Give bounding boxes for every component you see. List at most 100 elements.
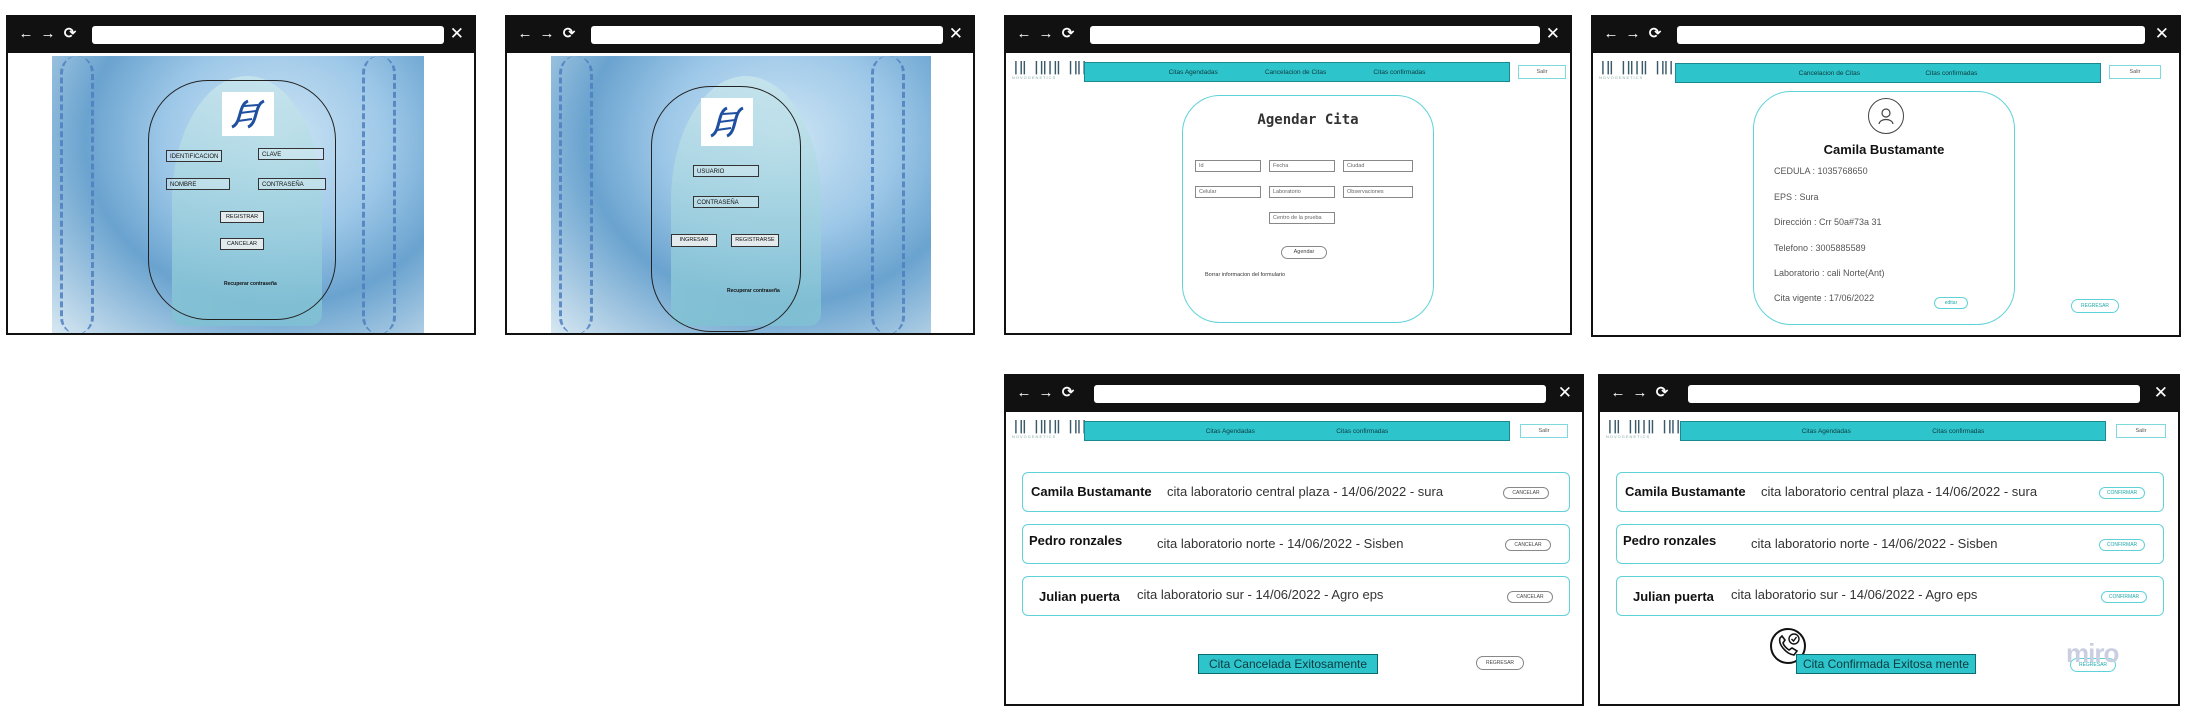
clave-field[interactable]: CLAVE [258, 148, 324, 160]
agendar-button[interactable]: Agendar [1281, 246, 1327, 259]
patient-name: Julian puerta [1039, 589, 1120, 604]
nav-citas-confirmadas[interactable]: Citas confirmadas [1336, 428, 1388, 435]
nav-citas-agendadas[interactable]: Citas Agendadas [1802, 428, 1851, 435]
profile-name: Camila Bustamante [1823, 142, 1945, 157]
cancelar-row-button[interactable]: CANCELAR [1505, 539, 1551, 551]
top-nav: Citas Agendadas Citas confirmadas [1680, 421, 2106, 441]
cedula-line: CEDULA : 1035768650 [1774, 166, 1868, 176]
salir-button[interactable]: Salir [2109, 65, 2161, 79]
browser-bar: ← → ⟳ ✕ [1006, 376, 1582, 412]
dna-icon [231, 99, 265, 129]
dna-logo [701, 98, 753, 146]
celular-field[interactable]: Celular [1195, 186, 1261, 198]
agendar-card: Agendar Cita Id Fecha Ciudad Celular Lab… [1182, 95, 1434, 323]
window-cancelar-citas: ← → ⟳ ✕ |‖ |‖|‖ |‖| NOVOGENETICS Citas A… [1004, 374, 1584, 706]
close-icon[interactable]: ✕ [949, 23, 963, 45]
back-icon[interactable]: ← [1016, 23, 1032, 45]
dna-strand-left [60, 56, 94, 333]
forward-icon[interactable]: → [1625, 23, 1641, 45]
registrarse-button[interactable]: REGISTRARSE [731, 234, 779, 247]
brand-subtitle: NOVOGENETICS [1606, 434, 1651, 439]
confirmar-row-button[interactable]: CONFIRMAR [2101, 591, 2147, 603]
back-icon[interactable]: ← [517, 23, 533, 45]
address-bar[interactable] [92, 26, 444, 44]
reload-icon[interactable]: ⟳ [1060, 23, 1076, 45]
usuario-field[interactable]: USUARIO [693, 165, 759, 177]
regresar-button[interactable]: REGRESAR [1476, 656, 1524, 670]
contrasena-field[interactable]: CONTRASEÑA [258, 178, 326, 190]
id-field[interactable]: Id [1195, 160, 1261, 172]
back-icon[interactable]: ← [1610, 382, 1626, 404]
brand-barcode: |‖ |‖|‖ |‖| [1012, 419, 1088, 434]
laboratorio-line: Laboratorio : cali Norte(Ant) [1774, 268, 1885, 278]
contrasena-field[interactable]: CONTRASEÑA [693, 196, 759, 208]
fecha-field[interactable]: Fecha [1269, 160, 1335, 172]
registrar-button[interactable]: REGISTRAR [220, 211, 264, 223]
close-icon[interactable]: ✕ [450, 23, 464, 45]
forward-icon[interactable]: → [1038, 23, 1054, 45]
back-icon[interactable]: ← [1603, 23, 1619, 45]
ciudad-field[interactable]: Ciudad [1343, 160, 1413, 172]
confirmar-row-button[interactable]: CONFIRMAR [2099, 539, 2145, 551]
address-bar[interactable] [1090, 26, 1540, 44]
success-banner: Cita Cancelada Exitosamente [1198, 654, 1378, 674]
close-icon[interactable]: ✕ [2155, 23, 2169, 45]
recover-password-link[interactable]: Recuperar contraseña [224, 281, 277, 287]
salir-button[interactable]: Salir [1518, 65, 1566, 79]
forward-icon[interactable]: → [1038, 382, 1054, 404]
close-icon[interactable]: ✕ [1558, 382, 1572, 404]
cancelar-row-button[interactable]: CANCELAR [1507, 591, 1553, 603]
nav-citas-agendadas[interactable]: Citas Agendadas [1169, 69, 1218, 76]
editar-button[interactable]: editar [1934, 297, 1968, 309]
brand-barcode: |‖ |‖|‖ |‖| [1012, 60, 1088, 75]
profile-card: Camila Bustamante CEDULA : 1035768650 EP… [1753, 91, 2015, 325]
nav-citas-confirmadas[interactable]: Citas confirmadas [1932, 428, 1984, 435]
recover-password-link[interactable]: Recuperar contraseña [727, 288, 780, 294]
brand-logo: |‖ |‖|‖ |‖| NOVOGENETICS [1599, 60, 1675, 81]
nombre-field[interactable]: NOMBRE [166, 178, 230, 190]
salir-button[interactable]: Salir [2116, 424, 2166, 438]
dna-icon [710, 106, 744, 138]
nav-cancelacion[interactable]: Cancelacion de Citas [1265, 69, 1326, 76]
close-icon[interactable]: ✕ [1546, 23, 1560, 45]
observaciones-field[interactable]: Observaciones [1343, 186, 1413, 198]
reload-icon[interactable]: ⟳ [561, 23, 577, 45]
clear-form-link[interactable]: Borrar informacion del formulario [1205, 272, 1285, 278]
laboratorio-field[interactable]: Laboratorio [1269, 186, 1335, 198]
confirmar-row-button[interactable]: CONFIRMAR [2099, 487, 2145, 499]
forward-icon[interactable]: → [40, 23, 56, 45]
dna-logo [222, 92, 274, 136]
nav-citas-agendadas[interactable]: Citas Agendadas [1206, 428, 1255, 435]
cancelar-button[interactable]: CANCELAR [220, 238, 264, 250]
nav-citas-confirmadas[interactable]: Citas confirmadas [1373, 69, 1425, 76]
window-login: ← → ⟳ ✕ USUARIO CONTRASEÑA INGRESAR REGI… [505, 15, 975, 335]
eps-line: EPS : Sura [1774, 192, 1819, 202]
forward-icon[interactable]: → [1632, 382, 1648, 404]
nav-cancelacion[interactable]: Cancelacion de Citas [1799, 70, 1860, 77]
reload-icon[interactable]: ⟳ [1060, 382, 1076, 404]
back-icon[interactable]: ← [1016, 382, 1032, 404]
address-bar[interactable] [1094, 385, 1546, 403]
back-icon[interactable]: ← [18, 23, 34, 45]
cancelar-row-button[interactable]: CANCELAR [1503, 487, 1549, 499]
nav-citas-confirmadas[interactable]: Citas confirmadas [1925, 70, 1977, 77]
close-icon[interactable]: ✕ [2154, 382, 2168, 404]
reload-icon[interactable]: ⟳ [62, 23, 78, 45]
brand-logo: |‖ |‖|‖ |‖| NOVOGENETICS [1012, 419, 1088, 440]
address-bar[interactable] [591, 26, 943, 44]
window-perfil: ← → ⟳ ✕ |‖ |‖|‖ |‖| NOVOGENETICS Cancela… [1591, 15, 2181, 337]
brand-barcode: |‖ |‖|‖ |‖| [1599, 60, 1675, 75]
identificacion-field[interactable]: IDENTIFICACION [166, 150, 222, 162]
centro-prueba-field[interactable]: Centro de la prueba [1269, 212, 1335, 224]
salir-button[interactable]: Salir [1520, 424, 1568, 438]
regresar-button[interactable]: REGRESAR [2071, 299, 2119, 313]
ingresar-button[interactable]: INGRESAR [671, 234, 717, 247]
dna-background-image: USUARIO CONTRASEÑA INGRESAR REGISTRARSE … [551, 56, 931, 333]
address-bar[interactable] [1688, 385, 2140, 403]
reload-icon[interactable]: ⟳ [1654, 382, 1670, 404]
forward-icon[interactable]: → [539, 23, 555, 45]
browser-bar: ← → ⟳ ✕ [1593, 17, 2179, 53]
table-row: Julian puerta cita laboratorio sur - 14/… [1022, 576, 1570, 616]
address-bar[interactable] [1677, 26, 2145, 44]
reload-icon[interactable]: ⟳ [1647, 23, 1663, 45]
